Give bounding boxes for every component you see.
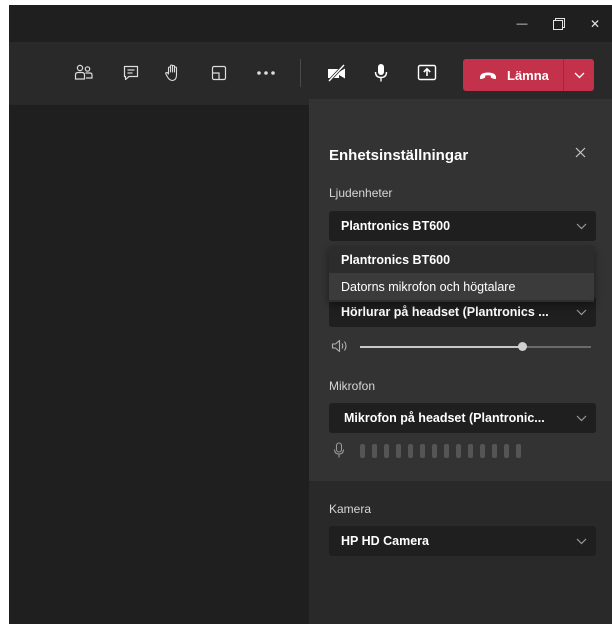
leave-label: Lämna [507,67,549,83]
window-close-button[interactable]: ✕ [578,5,612,42]
mic-level-bar [420,444,425,458]
camera-toggle-button[interactable] [321,57,353,89]
share-screen-icon [417,64,437,81]
panel-close-button[interactable] [571,143,589,161]
mic-level-bar [456,444,461,458]
mic-level-bar [360,444,365,458]
leave-button-group: Lämna [463,59,594,91]
mic-level-bar [468,444,473,458]
mic-level-bar [396,444,401,458]
camera-dropdown[interactable]: HP HD Camera [329,526,596,556]
microphone-dropdown[interactable]: Mikrofon på headset (Plantronic... [329,403,596,433]
mic-level-bar [384,444,389,458]
mic-level-bar [432,444,437,458]
volume-slider[interactable] [360,342,591,351]
minimize-button[interactable]: — [505,5,539,42]
people-icon [74,64,93,80]
mic-level-bar [480,444,485,458]
chevron-down-icon [566,309,596,316]
mic-level-bar [504,444,509,458]
chevron-down-icon [574,72,584,78]
chat-button[interactable] [115,57,147,89]
chevron-down-icon [566,538,596,545]
share-tray-button[interactable] [203,57,235,89]
leave-options-button[interactable] [564,59,594,91]
speaker-volume-icon [331,339,347,353]
audio-devices-label: Ljudenheter [329,186,393,200]
raise-hand-button[interactable] [157,57,189,89]
menu-option-computer-audio[interactable]: Datorns mikrofon och högtalare [329,273,594,300]
mic-level-meter [360,444,528,458]
leave-button[interactable]: Lämna [463,59,563,91]
mic-level-bar [516,444,521,458]
mic-level-bar [444,444,449,458]
camera-value: HP HD Camera [341,534,430,548]
microphone-toggle-button[interactable] [365,57,397,89]
close-icon [575,147,585,157]
restore-icon [553,17,565,30]
mic-level-bar [492,444,497,458]
chat-icon [123,65,139,81]
mic-level-bar [372,444,377,458]
teams-meeting-window: — ✕ Lämna Enhetsinställningar Ljudenhete… [9,5,612,624]
mic-icon [374,64,388,82]
volume-slider-thumb[interactable] [517,342,527,351]
volume-slider-fill [360,346,522,348]
share-screen-button[interactable] [411,57,443,89]
toolbar-divider [300,59,301,87]
share-tray-icon [211,65,227,81]
microphone-label: Mikrofon [329,379,376,393]
raise-hand-icon [165,64,178,82]
speaker-value: Hörlurar på headset (Plantronics ... [341,305,549,319]
audio-devices-dropdown[interactable]: Plantronics BT600 [329,211,596,241]
close-icon: ✕ [589,16,601,31]
more-actions-button[interactable] [250,57,282,89]
camera-off-icon [327,63,346,83]
audio-devices-menu: Plantronics BT600 Datorns mikrofon och h… [329,246,594,302]
microphone-value: Mikrofon på headset (Plantronic... [344,411,545,425]
minimize-icon: — [516,17,528,30]
chevron-down-icon [566,223,596,230]
mic-level-bar [408,444,413,458]
title-bar: — ✕ [9,5,612,42]
meeting-stage [9,105,309,624]
menu-option-plantronics[interactable]: Plantronics BT600 [329,246,594,273]
participants-button[interactable] [68,57,100,89]
restore-button[interactable] [542,5,576,42]
more-icon [257,71,275,75]
mic-level-icon [333,442,345,458]
chevron-down-icon [566,415,596,422]
hang-up-icon [480,72,496,79]
camera-label: Kamera [329,502,372,516]
panel-title: Enhetsinställningar [329,147,469,164]
device-settings-panel: Enhetsinställningar Ljudenheter Plantron… [309,99,612,624]
audio-devices-value: Plantronics BT600 [341,219,451,233]
